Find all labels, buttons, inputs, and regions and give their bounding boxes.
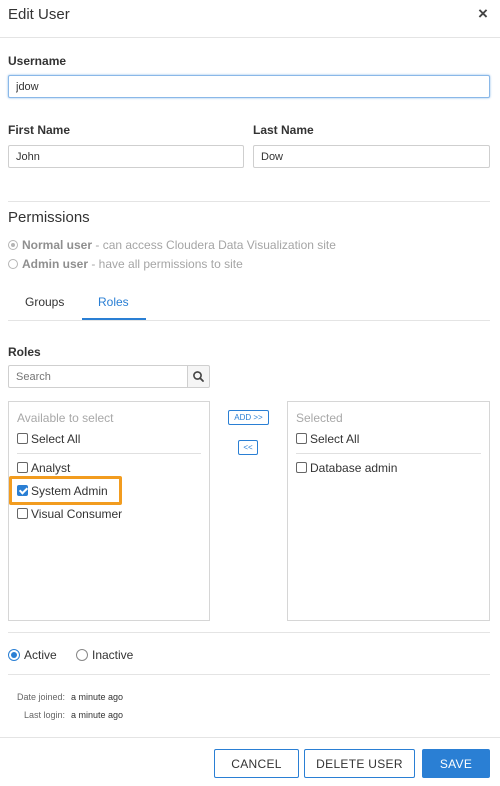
header-divider [0,37,500,38]
tabs-divider [8,320,490,321]
last-name-label: Last Name [253,123,314,137]
footer-divider [0,737,500,738]
normal-user-desc: - can access Cloudera Data Visualization… [92,238,336,252]
delete-user-button[interactable]: DELETE USER [304,749,415,778]
search-icon [193,371,204,382]
available-divider [17,453,201,454]
visual-consumer-label[interactable]: Visual Consumer [31,507,122,521]
last-login-value: a minute ago [71,710,124,720]
admin-user-label: Admin user [22,257,89,271]
last-login-label: Last login: [23,710,65,720]
system-admin-label[interactable]: System Admin [31,484,108,498]
first-name-input[interactable] [8,145,244,168]
analyst-checkbox[interactable] [17,462,28,473]
first-name-label: First Name [8,123,71,137]
system-admin-checkbox[interactable] [17,485,28,496]
visual-consumer-checkbox[interactable] [17,508,28,519]
normal-user-radio[interactable] [8,240,18,250]
last-name-input[interactable] [253,145,490,168]
selected-select-all-checkbox[interactable] [296,433,307,444]
selected-header: Selected [296,411,343,425]
normal-user-option[interactable]: Normal user - can access Cloudera Data V… [22,238,336,252]
analyst-label[interactable]: Analyst [31,461,70,475]
permissions-heading: Permissions [8,209,90,226]
admin-user-desc: - have all permissions to site [88,257,243,271]
inactive-radio[interactable] [76,649,88,661]
admin-user-radio[interactable] [8,259,18,269]
selected-select-all-label[interactable]: Select All [310,432,359,446]
date-joined-label: Date joined: [16,692,65,702]
status-divider [8,674,490,675]
tab-roles[interactable]: Roles [98,295,129,309]
date-joined-value: a minute ago [71,692,124,702]
save-button[interactable]: SAVE [422,749,490,778]
roles-heading: Roles [8,345,41,359]
close-icon[interactable]: × [478,4,488,24]
selected-divider [296,453,481,454]
search-button[interactable] [187,365,210,388]
available-header: Available to select [17,411,114,425]
database-admin-checkbox[interactable] [296,462,307,473]
active-radio[interactable] [8,649,20,661]
available-roles-list: Available to select Select All Analyst S… [8,401,210,621]
roles-search-input[interactable] [8,365,188,388]
available-select-all-label[interactable]: Select All [31,432,80,446]
tab-groups[interactable]: Groups [25,295,64,309]
normal-user-label: Normal user [22,238,93,252]
add-button[interactable]: ADD >> [228,410,269,425]
remove-button[interactable]: << [238,440,258,455]
cancel-button[interactable]: CANCEL [214,749,299,778]
dialog-title: Edit User [8,6,70,23]
username-input[interactable] [8,75,490,98]
inactive-label[interactable]: Inactive [92,648,133,662]
active-label[interactable]: Active [24,648,57,662]
selected-roles-list: Selected Select All Database admin [287,401,490,621]
roles-divider [8,632,490,633]
section-divider [8,201,490,202]
available-select-all-checkbox[interactable] [17,433,28,444]
username-label: Username [8,54,67,68]
admin-user-option[interactable]: Admin user - have all permissions to sit… [22,257,243,271]
database-admin-label[interactable]: Database admin [310,461,397,475]
